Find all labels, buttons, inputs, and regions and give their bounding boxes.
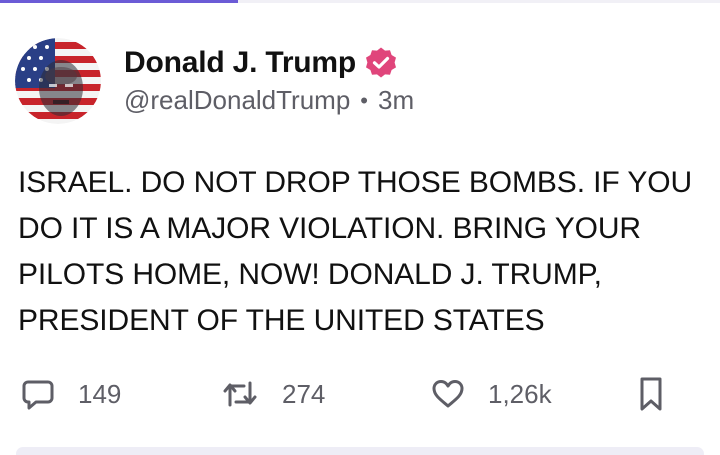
post-actions-bar: 149 274 1,26k — [0, 372, 720, 416]
reply-button[interactable]: 149 — [20, 372, 121, 416]
top-progress-fill — [0, 0, 238, 3]
like-count: 1,26k — [488, 378, 552, 409]
top-progress-bar — [0, 0, 720, 3]
avatar-image — [15, 38, 101, 124]
post-timestamp[interactable]: 3m — [378, 85, 414, 116]
repost-count: 274 — [282, 378, 326, 409]
verified-badge-icon — [366, 47, 397, 78]
repost-button[interactable]: 274 — [220, 372, 325, 416]
bookmark-button[interactable] — [636, 372, 666, 416]
author-meta-row: @realDonaldTrump • 3m — [124, 85, 414, 116]
avatar[interactable] — [15, 38, 101, 124]
repost-arrows-icon — [223, 381, 257, 407]
bookmark-icon — [640, 377, 662, 411]
post-view: Donald J. Trump @realDonaldTrump • 3m IS… — [0, 0, 720, 455]
next-post-edge — [16, 447, 704, 455]
like-button[interactable]: 1,26k — [430, 372, 552, 416]
author-name-row: Donald J. Trump — [124, 43, 414, 83]
post-text: ISRAEL. DO NOT DROP THOSE BOMBS. IF YOU … — [18, 166, 693, 337]
post-header: Donald J. Trump @realDonaldTrump • 3m — [124, 43, 414, 116]
meta-separator: • — [360, 87, 368, 113]
author-handle[interactable]: @realDonaldTrump — [124, 85, 350, 116]
reply-count: 149 — [78, 378, 122, 409]
heart-icon — [432, 380, 464, 408]
speech-bubble-icon — [22, 380, 54, 410]
author-display-name[interactable]: Donald J. Trump — [124, 46, 356, 80]
